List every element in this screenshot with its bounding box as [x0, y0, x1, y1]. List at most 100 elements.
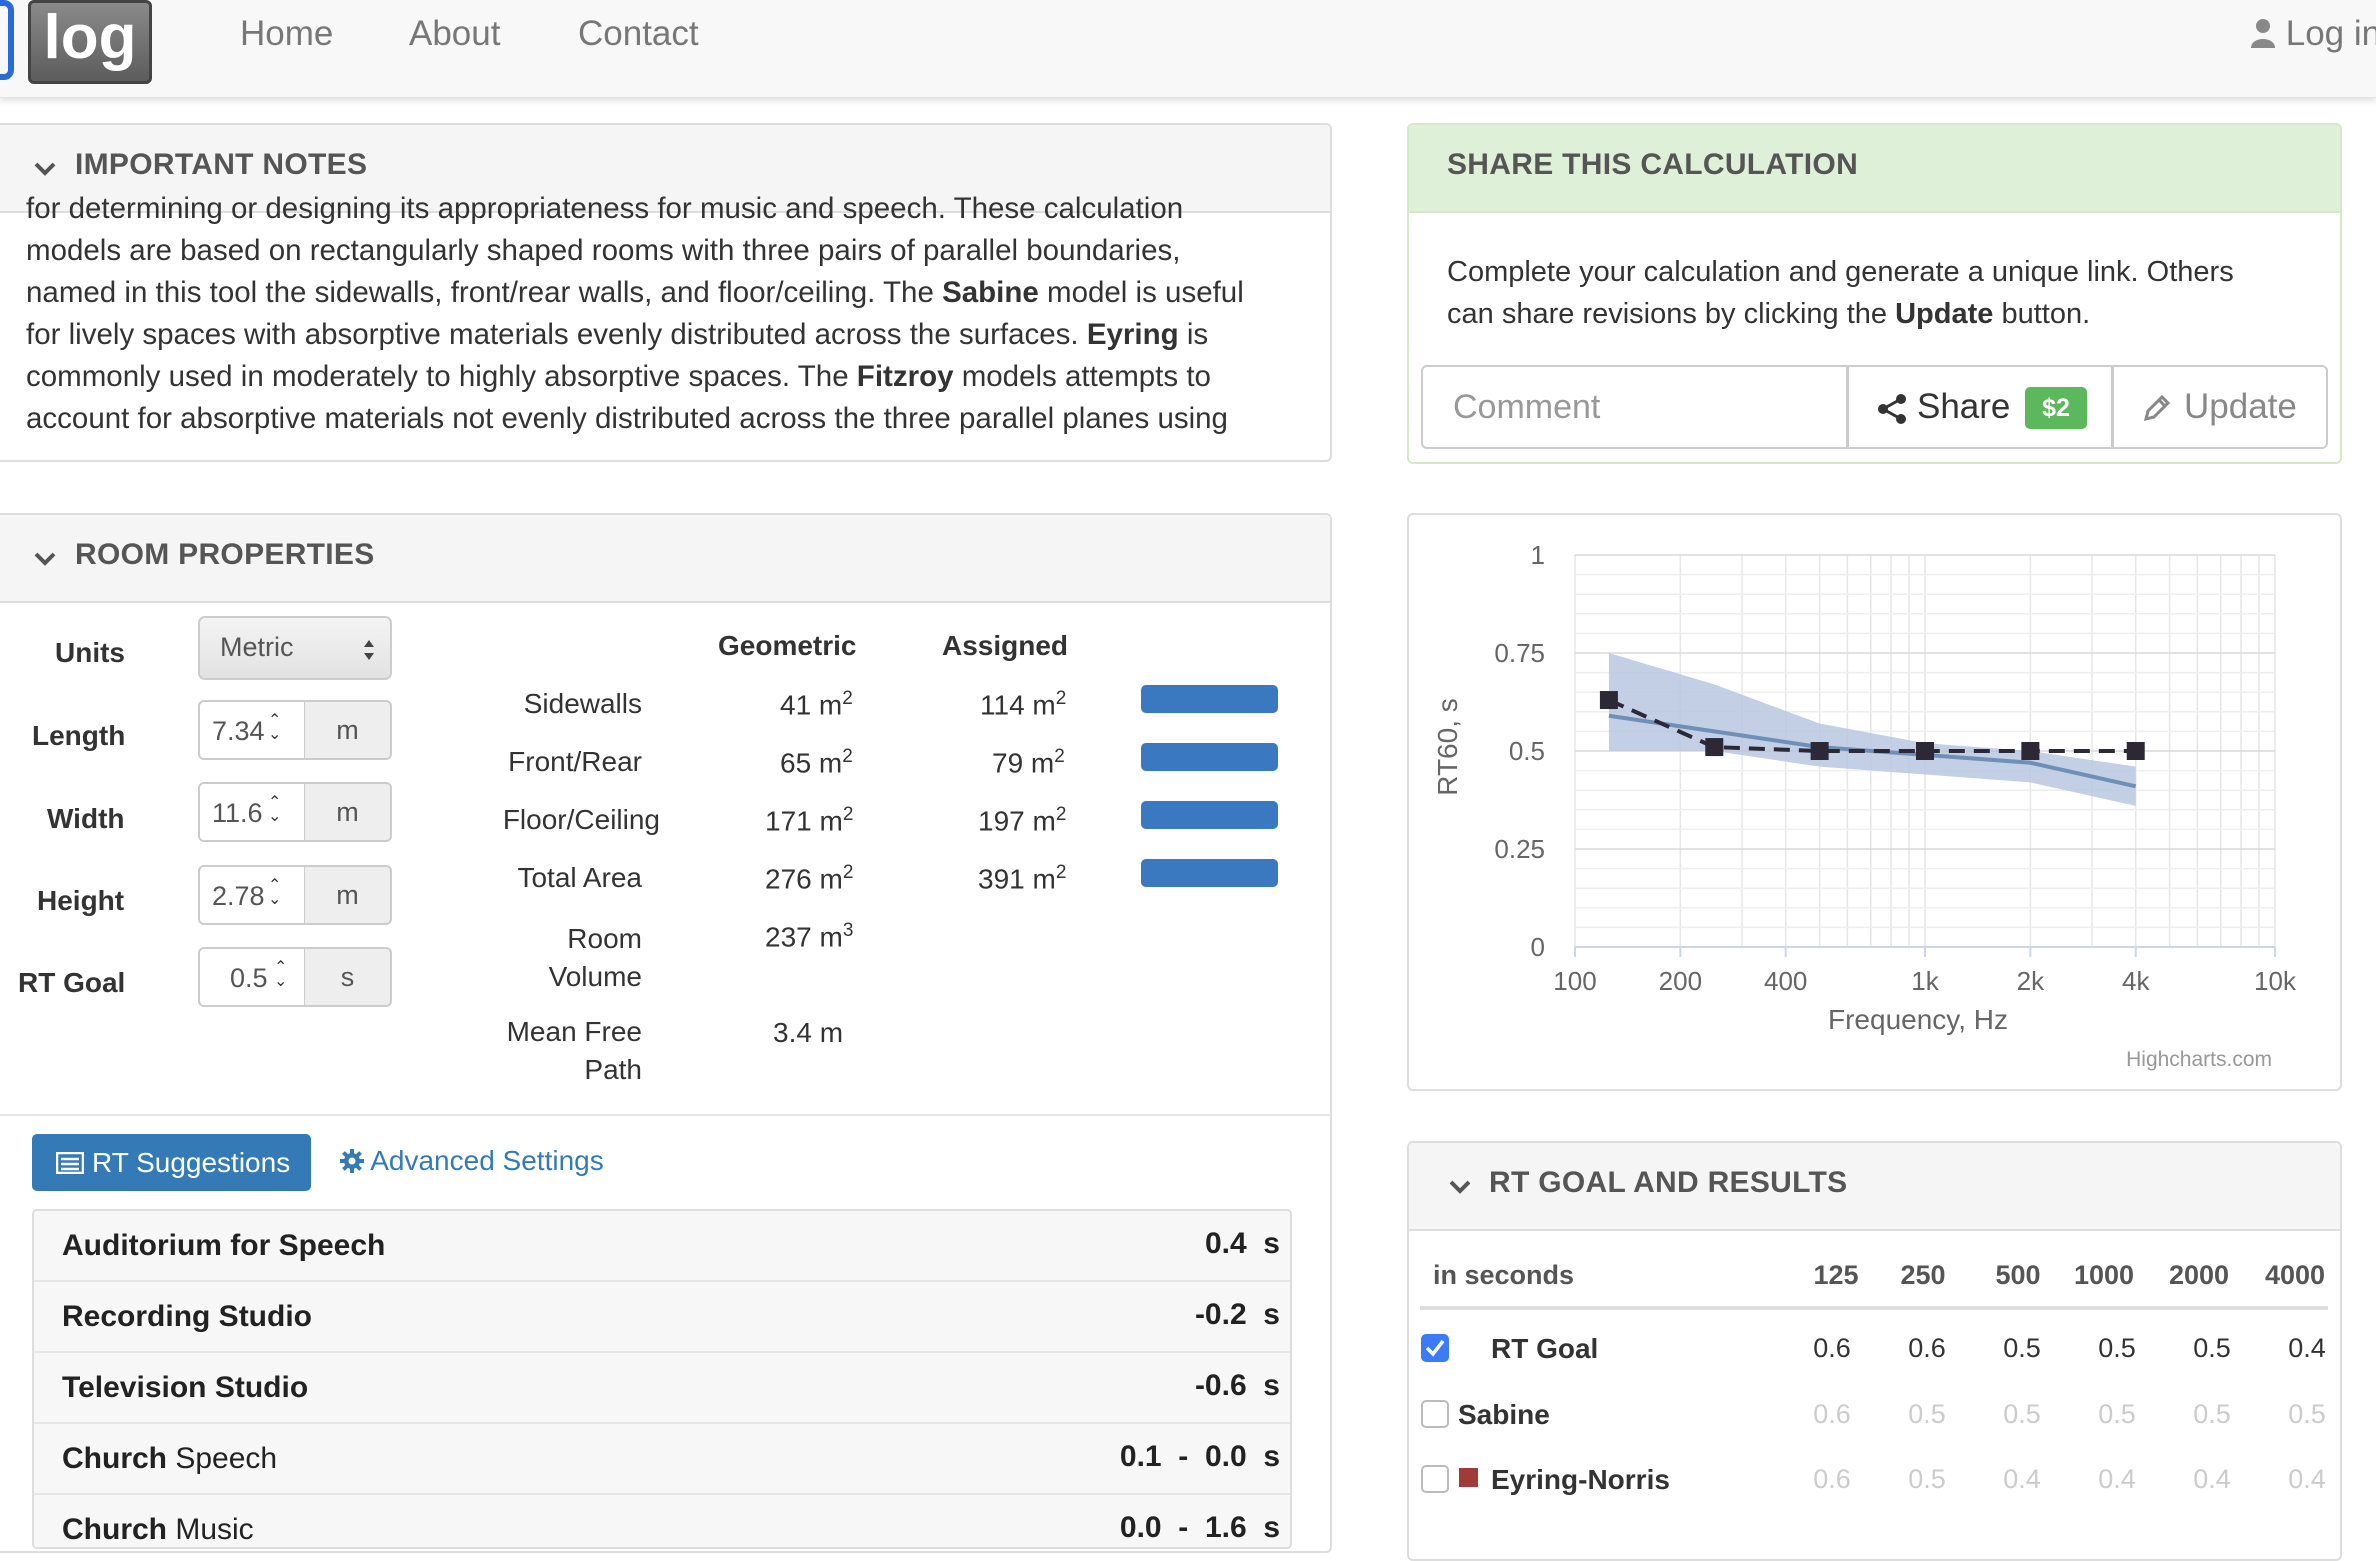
floor-ceiling-geometric: 171 m2 — [765, 804, 854, 837]
width-input[interactable]: 11.6 ⌃ ⌄ — [198, 782, 306, 842]
mean-free-path-value: 3.4 m — [773, 1017, 844, 1048]
important-notes-panel: IMPORTANT NOTES for determining or desig… — [0, 123, 1332, 462]
comment-input[interactable] — [1421, 365, 1848, 449]
results-unit-header: in seconds — [1433, 1260, 1575, 1290]
length-input[interactable]: 7.34 ⌃ ⌄ — [198, 700, 306, 760]
floor-ceiling-material-bar[interactable] — [1141, 801, 1278, 829]
sabine-1000: 0.5 — [2098, 1399, 2136, 1429]
height-spinner[interactable]: ⌃ ⌄ — [268, 878, 286, 908]
list-alt-icon — [56, 1152, 84, 1174]
suggestion-name: Auditorium for Speech — [62, 1229, 386, 1262]
notes-line-0: for determining or designing its appropr… — [26, 192, 1184, 225]
total-area-bar[interactable] — [1141, 859, 1278, 887]
suggestion-row[interactable]: Television Studio -0.6 s — [34, 1353, 1290, 1424]
suggestion-row[interactable]: Church Music 0.0 - 1.6 s — [34, 1495, 1290, 1547]
width-spinner[interactable]: ⌃ ⌄ — [268, 795, 286, 825]
width-label: Width — [47, 803, 125, 834]
notes-line-3c: is — [1178, 318, 1209, 351]
total-area-label: Total Area — [517, 862, 642, 893]
price-badge: $2 — [2025, 387, 2087, 429]
sidewalls-geometric: 41 m2 — [780, 688, 853, 721]
chevron-down-icon — [34, 552, 56, 566]
rt-goal-checkbox[interactable] — [1421, 1334, 1449, 1362]
rt-goal-input[interactable]: 0.5 ⌃ ⌄ — [198, 947, 306, 1007]
width-unit: m — [305, 782, 392, 842]
rt-goal-125: 0.6 — [1813, 1333, 1851, 1363]
sidewalls-material-bar[interactable] — [1141, 685, 1278, 713]
length-unit: m — [305, 700, 392, 760]
x-tick-label: 400 — [1764, 966, 1807, 996]
eyring-250: 0.5 — [1908, 1464, 1946, 1494]
suggestion-name: Church Speech — [62, 1442, 278, 1475]
rt-goal-500: 0.5 — [2003, 1333, 2041, 1363]
share-button[interactable]: Share $2 — [1847, 365, 2113, 449]
height-input[interactable]: 2.78 ⌃ ⌄ — [198, 865, 306, 925]
update-button[interactable]: Update — [2112, 365, 2328, 449]
rt-goal-value: 0.5 — [230, 963, 268, 993]
share-icon — [1878, 394, 1906, 424]
rt-suggestions-tab[interactable]: RT Suggestions — [32, 1134, 311, 1191]
length-spinner[interactable]: ⌃ ⌄ — [268, 713, 286, 743]
suggestion-row[interactable]: Auditorium for Speech 0.4 s — [34, 1211, 1290, 1282]
suggestions-list: Auditorium for Speech 0.4 s Recording St… — [32, 1209, 1292, 1549]
notes-eyring: Eyring — [1086, 318, 1179, 351]
height-unit: m — [305, 865, 392, 925]
sabine-4000: 0.5 — [2288, 1399, 2326, 1429]
results-title: RT GOAL AND RESULTS — [1489, 1166, 1848, 1199]
header-divider — [1420, 1306, 2328, 1310]
results-header[interactable]: RT GOAL AND RESULTS — [1409, 1143, 2340, 1231]
width-value: 11.6 — [212, 798, 263, 828]
logo[interactable]: log — [28, 0, 152, 84]
sabine-125: 0.6 — [1813, 1399, 1851, 1429]
rt-goal-250: 0.6 — [1908, 1333, 1946, 1363]
mean-free-path-label: Mean Free Path — [506, 1016, 642, 1085]
total-area-assigned: 391 m2 — [978, 862, 1067, 895]
freq-header-125: 125 — [1813, 1260, 1859, 1290]
highcharts-credit[interactable]: Highcharts.com — [2126, 1048, 2272, 1071]
room-properties-header[interactable]: ROOM PROPERTIES — [0, 515, 1330, 603]
share-input-group: Share $2 Update — [1421, 365, 2328, 449]
sabine-checkbox[interactable] — [1421, 1400, 1449, 1428]
rt-goal-row-name: RT Goal — [1491, 1333, 1599, 1364]
check-icon — [1425, 1339, 1445, 1357]
share-panel: SHARE THIS CALCULATION Complete your cal… — [1407, 123, 2342, 464]
nav-home-link[interactable]: Home — [240, 14, 333, 54]
room-volume-value: 237 m3 — [765, 920, 854, 953]
y-tick-label: 0.5 — [1509, 736, 1545, 766]
share-header: SHARE THIS CALCULATION — [1409, 125, 2340, 213]
units-label: Units — [55, 637, 125, 668]
eyring-norris-checkbox[interactable] — [1421, 1465, 1449, 1493]
chevron-down-icon — [34, 162, 56, 176]
length-label: Length — [32, 720, 126, 751]
height-label: Height — [37, 885, 125, 916]
suggestion-value: -0.6 s — [1194, 1369, 1280, 1402]
rt-goal-unit: s — [305, 947, 392, 1007]
sidewalls-assigned: 114 m2 — [980, 688, 1067, 721]
rt-goal-marker — [1705, 738, 1724, 757]
rt-goal-label: RT Goal — [18, 967, 126, 998]
y-axis-title: RT60, s — [1432, 698, 1463, 796]
nav-contact-link[interactable]: Contact — [578, 14, 699, 54]
height-value: 2.78 — [212, 881, 265, 911]
rt-goal-spinner[interactable]: ⌃ ⌄ — [274, 960, 292, 990]
room-volume-label: Room Volume — [548, 923, 642, 992]
sidewalls-label: Sidewalls — [523, 688, 642, 719]
suggestion-row[interactable]: Church Speech 0.1 - 0.0 s — [34, 1424, 1290, 1495]
user-icon — [2251, 19, 2275, 48]
nav-about-link[interactable]: About — [409, 14, 500, 54]
notes-line-2: named in this tool the sidewalls, front/… — [26, 272, 1296, 314]
advanced-settings-tab[interactable]: Advanced Settings — [340, 1145, 604, 1177]
front-rear-material-bar[interactable] — [1141, 743, 1278, 771]
notes-line-4c: models attempts to — [953, 360, 1211, 393]
notes-line-2a: named in this tool the sidewalls, front/… — [26, 276, 943, 309]
units-select[interactable]: Metric — [198, 616, 392, 680]
eyring-norris-row-name: Eyring-Norris — [1491, 1464, 1670, 1495]
logo-o-mark[interactable] — [0, 0, 14, 80]
login-link[interactable]: Log in — [2250, 14, 2376, 54]
rt60-chart[interactable]: 100 200 400 1k 2k 4k 10k 0 0.25 0.5 0.75 1 Frequen… — [1409, 515, 2340, 1089]
select-arrows-icon — [364, 640, 374, 660]
suggestion-row[interactable]: Recording Studio -0.2 s — [34, 1282, 1290, 1353]
update-label: Update — [2184, 387, 2297, 426]
important-notes-title: IMPORTANT NOTES — [75, 148, 368, 181]
y-tick-label: 0 — [1531, 932, 1545, 962]
